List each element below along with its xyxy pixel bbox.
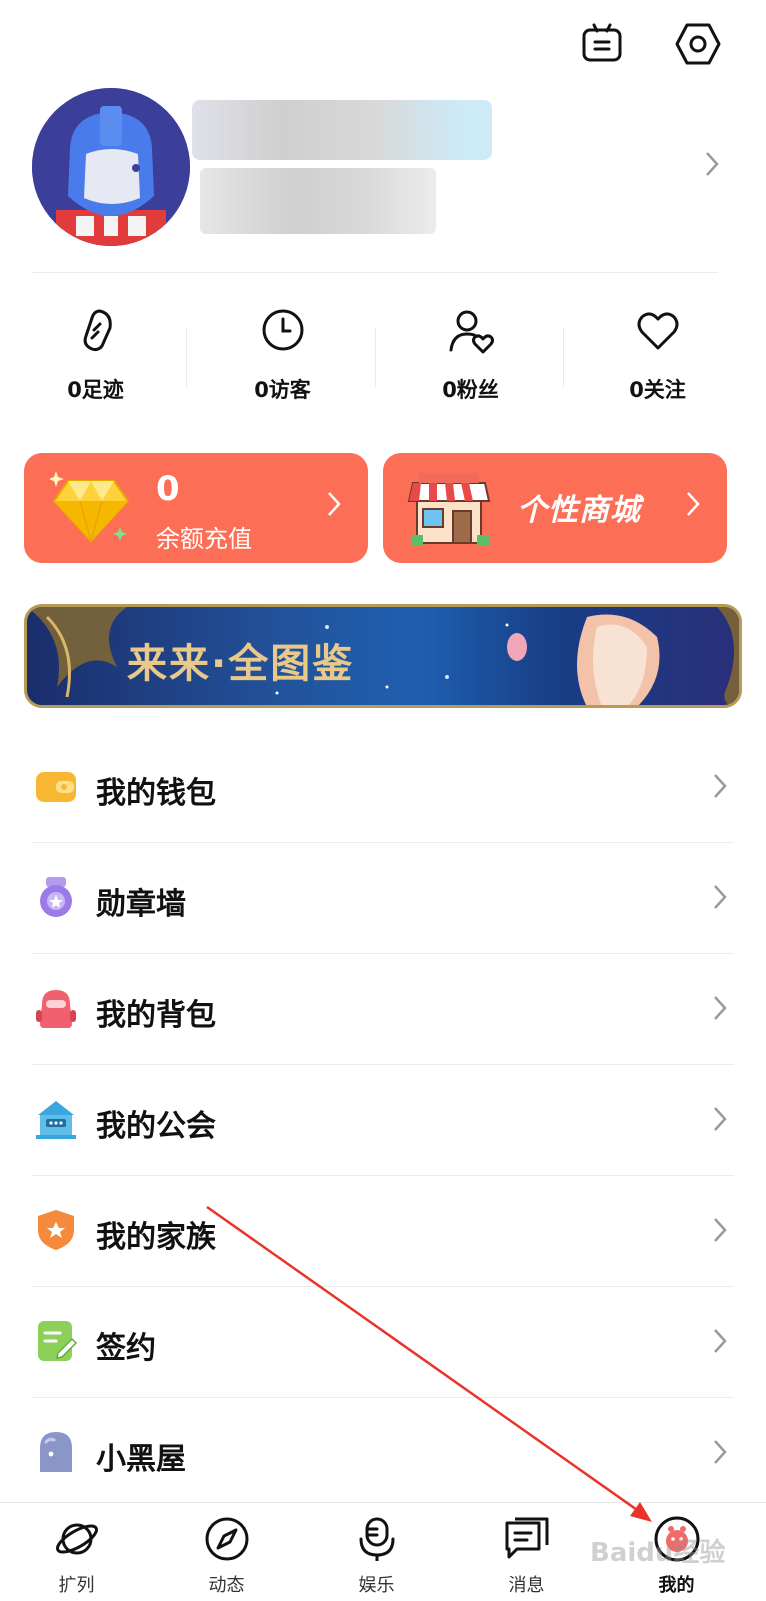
chat-icon [503,1515,551,1563]
personal-shop-card[interactable]: 个性商城 [383,453,727,563]
shop-chevron-icon [685,489,701,523]
balance-amount: 0 [156,469,180,509]
chevron-right-icon [712,1327,728,1359]
chevron-right-icon [712,994,728,1026]
stats-row: 0足迹 0访客 0粉丝 0关注 [0,300,766,410]
tab-label: 动态 [208,1575,245,1596]
tab-label: 消息 [508,1575,545,1596]
chevron-right-icon [712,1438,728,1470]
menu-item-label: 小黑屋 [96,1442,186,1477]
chevron-right-icon [712,883,728,915]
chevron-right-icon [712,1105,728,1137]
footprint-icon [72,306,120,354]
tab-label: 我的 [658,1575,695,1596]
tab-entertainment[interactable]: 娱乐 [300,1503,453,1601]
menu-item-label: 我的背包 [96,998,216,1033]
watermark: Baidu经验 [590,1538,726,1568]
menu-item-label: 我的公会 [96,1109,216,1144]
chevron-right-icon [712,1216,728,1248]
menu-item-label: 我的钱包 [96,776,216,811]
shield-icon [34,1208,78,1252]
tab-label: 扩列 [58,1575,95,1596]
clock-icon [259,306,307,354]
menu-item-contract[interactable]: 签约 [0,1285,766,1398]
medal-icon [34,875,78,919]
wallet-icon [34,764,78,808]
diamond-icon [48,467,132,551]
profile-divider [32,272,718,273]
tab-messages[interactable]: 消息 [450,1503,603,1601]
banner-title: 来来·全图鉴 [127,641,355,687]
illustration-banner[interactable]: 来来·全图鉴 [24,604,742,708]
personal-shop-label: 个性商城 [517,493,641,528]
stat-footprints-label: 0足迹 [67,378,124,402]
menu-item-blacklist[interactable]: 小黑屋 [0,1396,766,1509]
guild-icon [34,1097,78,1141]
tab-expand[interactable]: 扩列 [0,1503,153,1601]
menu-item-label: 勋章墙 [96,887,186,922]
stat-footprints[interactable]: 0足迹 [0,300,191,410]
user-heart-icon [447,306,495,354]
stat-following[interactable]: 0关注 [562,300,753,410]
compass-icon [203,1515,251,1563]
profile-chevron-icon [704,150,720,182]
backpack-icon [34,986,78,1030]
username-blurred [192,100,492,160]
planet-icon [53,1515,101,1563]
avatar[interactable] [32,88,190,246]
jail-icon [34,1430,78,1474]
microphone-icon [353,1515,401,1563]
heart-icon [634,306,682,354]
chevron-right-icon [712,772,728,804]
menu-item-label: 签约 [96,1331,156,1366]
menu-item-wallet[interactable]: 我的钱包 [0,730,766,843]
robot-icon[interactable] [578,20,626,68]
menu-item-medal-wall[interactable]: 勋章墙 [0,841,766,954]
stat-fans-label: 0粉丝 [442,378,499,402]
balance-chevron-icon [326,489,342,523]
menu-item-guild[interactable]: 我的公会 [0,1063,766,1176]
settings-icon[interactable] [674,20,722,68]
menu-item-family[interactable]: 我的家族 [0,1174,766,1287]
sign-doc-icon [34,1319,78,1363]
stat-fans[interactable]: 0粉丝 [375,300,566,410]
tab-moments[interactable]: 动态 [150,1503,303,1601]
stat-following-label: 0关注 [629,378,686,402]
menu-item-backpack[interactable]: 我的背包 [0,952,766,1065]
balance-recharge-card[interactable]: 0 余额充值 [24,453,368,563]
balance-recharge-label: 余额充值 [156,525,252,553]
user-id-blurred [200,168,436,234]
profile-header[interactable] [0,84,766,252]
storefront-icon [407,469,491,551]
stat-visitors-label: 0访客 [254,378,311,402]
tab-label: 娱乐 [358,1575,395,1596]
stat-visitors[interactable]: 0访客 [187,300,378,410]
menu-item-label: 我的家族 [96,1220,216,1255]
